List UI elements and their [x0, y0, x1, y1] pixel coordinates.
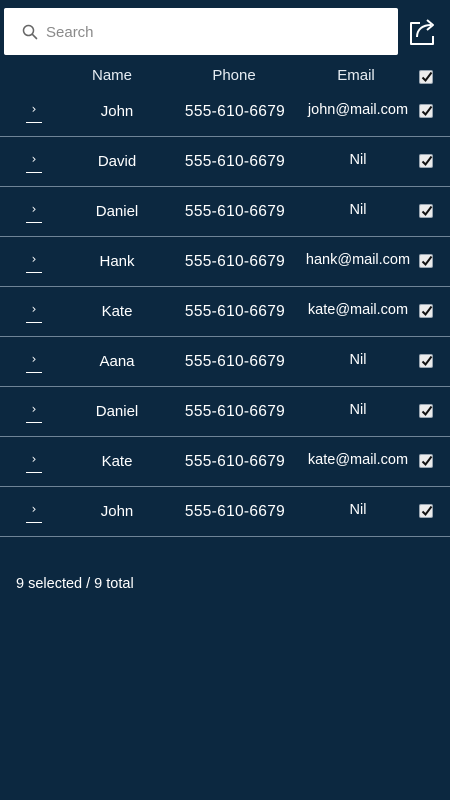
column-header-name: Name [91, 67, 132, 84]
contact-phone: 555-610-6679 [184, 503, 286, 520]
table-row[interactable]: › Kate 555-610-6679 kate@mail.com [0, 437, 450, 487]
contact-phone: 555-610-6679 [184, 203, 286, 220]
checkmark-icon [421, 105, 433, 117]
contact-phone: 555-610-6679 [184, 153, 286, 170]
checkmark-icon [421, 305, 433, 317]
contact-list: › John 555-610-6679 john@mail.com › David 555-… [0, 87, 450, 537]
checkmark-icon [421, 155, 433, 167]
chevron-right-icon[interactable]: › [26, 452, 42, 473]
table-header: Name Phone Email [0, 62, 450, 90]
row-checkbox[interactable] [419, 454, 433, 468]
checkmark-icon [421, 505, 433, 517]
contact-email: john@mail.com [307, 102, 409, 118]
search-bar[interactable] [4, 8, 398, 55]
contact-name: Daniel [95, 403, 139, 420]
chevron-right-icon[interactable]: › [26, 302, 42, 323]
table-row[interactable]: › Kate 555-610-6679 kate@mail.com [0, 287, 450, 337]
contact-name: Aana [99, 353, 135, 370]
chevron-right-icon[interactable]: › [26, 102, 42, 123]
contact-name: Hank [99, 253, 135, 270]
chevron-right-icon[interactable]: › [26, 152, 42, 173]
contact-email: Nil [349, 502, 367, 518]
table-row[interactable]: › Aana 555-610-6679 Nil [0, 337, 450, 387]
checkmark-icon [421, 205, 433, 217]
chevron-right-icon[interactable]: › [26, 352, 42, 373]
checkmark-icon [421, 71, 433, 83]
contact-name: John [100, 103, 134, 120]
row-checkbox[interactable] [419, 154, 433, 168]
contact-name: David [97, 153, 137, 170]
contact-email: Nil [349, 202, 367, 218]
row-checkbox[interactable] [419, 204, 433, 218]
contact-name: Daniel [95, 203, 139, 220]
column-header-phone: Phone [212, 67, 256, 84]
contact-email: hank@mail.com [305, 252, 411, 268]
contact-name: Kate [101, 303, 133, 320]
checkmark-icon [421, 255, 433, 267]
contact-email: Nil [349, 152, 367, 168]
table-row[interactable]: › John 555-610-6679 john@mail.com [0, 87, 450, 137]
contact-phone: 555-610-6679 [184, 403, 286, 420]
row-checkbox[interactable] [419, 254, 433, 268]
table-row[interactable]: › Daniel 555-610-6679 Nil [0, 187, 450, 237]
row-checkbox[interactable] [419, 304, 433, 318]
row-checkbox[interactable] [419, 354, 433, 368]
share-icon[interactable] [406, 14, 440, 48]
contact-name: Kate [101, 453, 133, 470]
column-header-email: Email [337, 67, 375, 84]
table-row[interactable]: › David 555-610-6679 Nil [0, 137, 450, 187]
row-checkbox[interactable] [419, 404, 433, 418]
contact-email: kate@mail.com [307, 302, 409, 318]
select-all-checkbox[interactable] [419, 70, 433, 84]
table-row[interactable]: › Hank 555-610-6679 hank@mail.com [0, 237, 450, 287]
contact-email: Nil [349, 352, 367, 368]
chevron-right-icon[interactable]: › [26, 202, 42, 223]
contact-phone: 555-610-6679 [184, 103, 286, 120]
selection-status: 9 selected / 9 total [16, 576, 134, 592]
contact-phone: 555-610-6679 [184, 453, 286, 470]
contact-phone: 555-610-6679 [184, 253, 286, 270]
table-row[interactable]: › Daniel 555-610-6679 Nil [0, 387, 450, 437]
search-icon [22, 24, 38, 40]
contact-phone: 555-610-6679 [184, 303, 286, 320]
contact-email: Nil [349, 402, 367, 418]
contact-name: John [100, 503, 134, 520]
chevron-right-icon[interactable]: › [26, 502, 42, 523]
contact-phone: 555-610-6679 [184, 353, 286, 370]
chevron-right-icon[interactable]: › [26, 402, 42, 423]
chevron-right-icon[interactable]: › [26, 252, 42, 273]
checkmark-icon [421, 455, 433, 467]
contact-email: kate@mail.com [307, 452, 409, 468]
checkmark-icon [421, 405, 433, 417]
checkmark-icon [421, 355, 433, 367]
row-checkbox[interactable] [419, 104, 433, 118]
search-input[interactable] [44, 16, 388, 48]
table-row[interactable]: › John 555-610-6679 Nil [0, 487, 450, 537]
row-checkbox[interactable] [419, 504, 433, 518]
top-bar [0, 0, 450, 62]
